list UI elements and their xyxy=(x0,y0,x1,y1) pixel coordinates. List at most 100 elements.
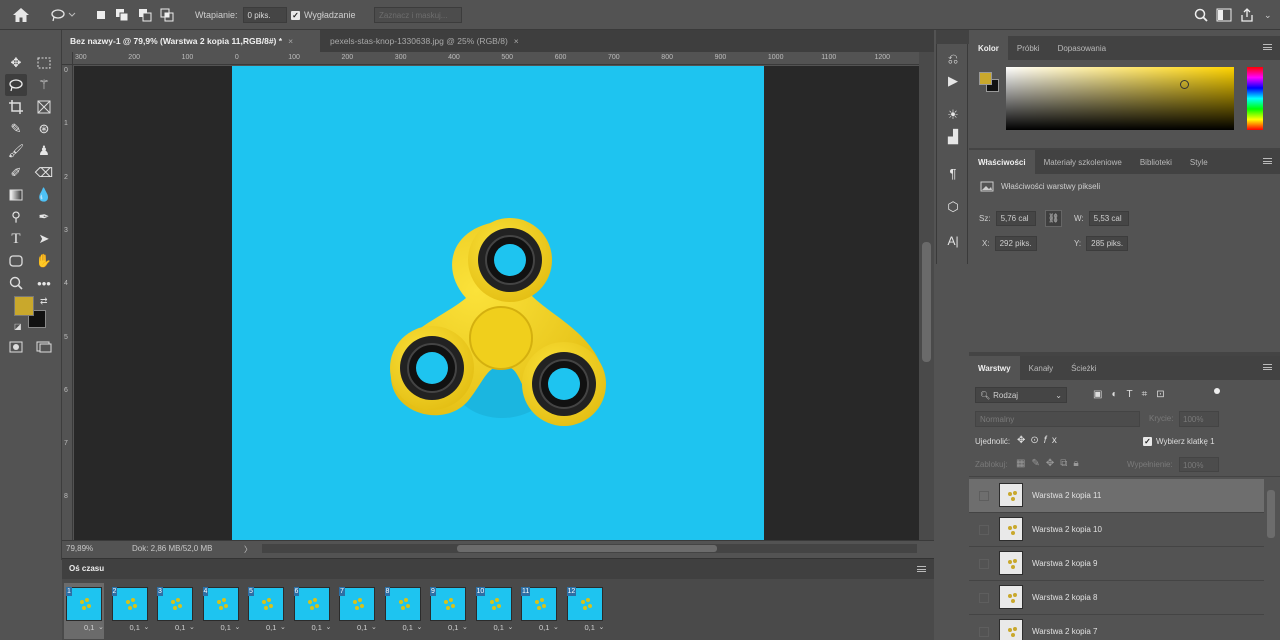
color-picker-cursor[interactable] xyxy=(1180,80,1189,89)
document-canvas[interactable] xyxy=(232,66,764,540)
chevron-down-icon[interactable]: ⌄ xyxy=(462,623,468,631)
opacity-input[interactable]: 100% xyxy=(1179,411,1219,427)
window-menu-chevron-icon[interactable]: ⌄ xyxy=(1264,0,1272,30)
lasso-tool-preset-icon[interactable] xyxy=(50,0,76,30)
frame-delay-select[interactable]: 0,1 xyxy=(585,623,595,632)
close-tab-icon[interactable]: × xyxy=(288,36,293,46)
tab-properties[interactable]: Właściwości xyxy=(969,150,1035,174)
add-to-selection-icon[interactable] xyxy=(115,0,129,30)
lasso-tool-icon[interactable] xyxy=(5,74,27,96)
layer-filter-icons[interactable]: ▣◐T⌗⊡ xyxy=(1093,389,1174,400)
type-tool-icon[interactable]: T xyxy=(5,228,27,250)
color-foreground-swatch[interactable] xyxy=(979,72,992,85)
eyedropper-tool-icon[interactable]: ✎ xyxy=(5,118,27,140)
timeline-frame[interactable]: 4 0,1 ⌄ xyxy=(201,583,241,639)
frame-delay-select[interactable]: 0,1 xyxy=(448,623,458,632)
propagate-frame-option[interactable]: ✓ Wybierz klatkę 1 xyxy=(1143,437,1215,446)
status-menu-arrow[interactable]: 〉 xyxy=(244,544,252,555)
layer-visibility-toggle[interactable] xyxy=(979,627,989,637)
timeline-frame[interactable]: 3 0,1 ⌄ xyxy=(155,583,195,639)
chevron-down-icon[interactable]: ⌄ xyxy=(599,623,605,631)
adjustments-panel-icon[interactable]: ☀ xyxy=(942,104,964,126)
layer-visibility-toggle[interactable] xyxy=(979,593,989,603)
scrollbar-thumb[interactable] xyxy=(922,242,931,362)
layer-row[interactable]: Warstwa 2 kopia 8 xyxy=(969,581,1264,615)
frame-delay-select[interactable]: 0,1 xyxy=(403,623,413,632)
quick-mask-icon[interactable] xyxy=(5,336,27,358)
timeline-frame[interactable]: 8 0,1 ⌄ xyxy=(383,583,423,639)
unify-icons[interactable]: ✥⊙𝑓x xyxy=(1017,435,1062,446)
tab-channels[interactable]: Kanały xyxy=(1020,356,1062,380)
layers-scrollbar-thumb[interactable] xyxy=(1267,490,1275,538)
tab-layers[interactable]: Warstwy xyxy=(969,356,1020,380)
more-tools-icon[interactable]: ••• xyxy=(33,272,55,294)
layer-row[interactable]: Warstwa 2 kopia 10 xyxy=(969,513,1264,547)
frame-tool-icon[interactable] xyxy=(33,96,55,118)
tab-swatches[interactable]: Próbki xyxy=(1008,36,1049,60)
antialias-checkbox[interactable]: ✓ xyxy=(291,10,300,20)
layer-filter-select[interactable]: 🔍︎ Rodzaj ⌄ xyxy=(975,387,1067,403)
frame-delay-select[interactable]: 0,1 xyxy=(175,623,185,632)
chevron-down-icon[interactable]: ⌄ xyxy=(417,623,423,631)
timeline-frame[interactable]: 12 0,1 ⌄ xyxy=(565,583,605,639)
paragraph-panel-icon[interactable]: ¶ xyxy=(942,162,964,184)
new-selection-icon[interactable] xyxy=(95,0,107,30)
timeline-frame[interactable]: 10 0,1 ⌄ xyxy=(474,583,514,639)
horizontal-scrollbar[interactable] xyxy=(262,544,917,553)
chevron-down-icon[interactable]: ⌄ xyxy=(235,623,241,631)
pen-tool-icon[interactable]: ✒ xyxy=(33,206,55,228)
search-icon[interactable] xyxy=(1194,0,1208,30)
zoom-tool-icon[interactable] xyxy=(5,272,27,294)
timeline-frame[interactable]: 6 0,1 ⌄ xyxy=(292,583,332,639)
timeline-frame[interactable]: 9 0,1 ⌄ xyxy=(428,583,468,639)
zoom-level[interactable]: 79,89% xyxy=(66,544,93,553)
brush-tool-icon[interactable]: 🖌 xyxy=(5,140,27,162)
frame-delay-select[interactable]: 0,1 xyxy=(266,623,276,632)
frame-delay-select[interactable]: 0,1 xyxy=(221,623,231,632)
layer-visibility-toggle[interactable] xyxy=(979,525,989,535)
path-selection-tool-icon[interactable]: ➤ xyxy=(33,228,55,250)
chevron-down-icon[interactable]: ⌄ xyxy=(508,623,514,631)
feather-input[interactable]: 0 piks. xyxy=(242,7,287,23)
blur-tool-icon[interactable]: 💧 xyxy=(33,184,55,206)
history-brush-tool-icon[interactable]: ✐ xyxy=(5,162,27,184)
screen-mode-icon[interactable] xyxy=(33,336,55,358)
tab-learn[interactable]: Materiały szkoleniowe xyxy=(1035,150,1131,174)
tab-styles[interactable]: Style xyxy=(1181,150,1217,174)
properties-panel-menu-icon[interactable] xyxy=(1263,158,1272,164)
tab-document-1[interactable]: Bez nazwy-1 @ 79,9% (Warstwa 2 kopia 11,… xyxy=(62,30,320,52)
home-icon[interactable] xyxy=(12,0,30,30)
subtract-from-selection-icon[interactable] xyxy=(138,0,152,30)
vertical-scrollbar[interactable] xyxy=(919,52,934,540)
timeline-frame[interactable]: 5 0,1 ⌄ xyxy=(246,583,286,639)
frame-delay-select[interactable]: 0,1 xyxy=(494,623,504,632)
width-input[interactable]: 5,76 cal xyxy=(995,211,1036,226)
clone-stamp-tool-icon[interactable]: ♟ xyxy=(33,140,55,162)
frame-delay-select[interactable]: 0,1 xyxy=(130,623,140,632)
foreground-color-swatch-top[interactable] xyxy=(14,296,34,316)
layer-row[interactable]: Warstwa 2 kopia 7 xyxy=(969,615,1264,640)
layer-visibility-toggle[interactable] xyxy=(979,491,989,501)
rectangle-tool-icon[interactable] xyxy=(5,250,27,272)
timeline-frame[interactable]: 1 0,1 ⌄ xyxy=(64,583,104,639)
tab-color[interactable]: Kolor xyxy=(969,36,1008,60)
tab-libraries[interactable]: Biblioteki xyxy=(1131,150,1181,174)
layers-panel-menu-icon[interactable] xyxy=(1263,364,1272,370)
chevron-down-icon[interactable]: ⌄ xyxy=(553,623,559,631)
timeline-frame[interactable]: 7 0,1 ⌄ xyxy=(337,583,377,639)
select-and-mask-button[interactable]: Zaznacz i maskuj... xyxy=(374,7,462,23)
timeline-frame[interactable]: 2 0,1 ⌄ xyxy=(110,583,150,639)
height-input[interactable]: 5,53 cal xyxy=(1088,211,1129,226)
layer-visibility-toggle[interactable] xyxy=(979,559,989,569)
marquee-tool-icon[interactable] xyxy=(33,52,55,74)
color-panel-menu-icon[interactable] xyxy=(1263,44,1272,50)
hand-tool-icon[interactable]: ✋ xyxy=(33,250,55,272)
dodge-tool-icon[interactable]: ⚲ xyxy=(5,206,27,228)
3d-panel-icon[interactable]: ⬡ xyxy=(942,196,964,218)
filter-toggle[interactable] xyxy=(1214,388,1220,394)
chevron-down-icon[interactable]: ⌄ xyxy=(280,623,286,631)
move-tool-icon[interactable]: ✥ xyxy=(5,52,27,74)
hue-slider[interactable] xyxy=(1247,67,1263,130)
actions-play-icon[interactable]: ▶ xyxy=(942,70,964,92)
crop-tool-icon[interactable] xyxy=(5,96,27,118)
